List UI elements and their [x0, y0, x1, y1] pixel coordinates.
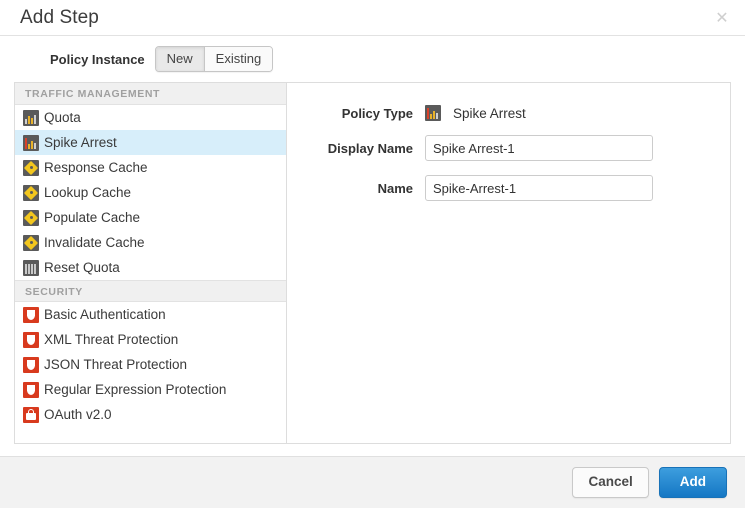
policy-item-label: Quota — [44, 111, 81, 125]
name-label: Name — [287, 181, 425, 196]
policy-item-label: Invalidate Cache — [44, 236, 145, 250]
add-button[interactable]: Add — [659, 467, 727, 498]
policy-instance-row: Policy Instance New Existing — [0, 36, 745, 82]
bar-chart-icon — [23, 110, 39, 126]
cancel-button[interactable]: Cancel — [572, 467, 648, 498]
display-name-input[interactable] — [425, 135, 653, 161]
policy-item-basic-authentication[interactable]: Basic Authentication — [15, 302, 286, 327]
policy-item-label: Reset Quota — [44, 261, 120, 275]
cache-diamond-icon — [23, 210, 39, 226]
toggle-existing[interactable]: Existing — [204, 47, 273, 72]
toggle-new[interactable]: New — [156, 47, 204, 72]
add-step-dialog: Add Step ✕ Policy Instance New Existing … — [0, 0, 745, 508]
policy-item-label: Basic Authentication — [44, 308, 166, 322]
policy-item-label: OAuth v2.0 — [44, 408, 112, 422]
policy-item-lookup-cache[interactable]: Lookup Cache — [15, 180, 286, 205]
policy-instance-toggle[interactable]: New Existing — [155, 46, 274, 73]
policy-type-label: Policy Type — [287, 106, 425, 121]
policy-item-spike-arrest[interactable]: Spike Arrest — [15, 130, 286, 155]
policy-type-value: Spike Arrest — [453, 106, 526, 121]
policy-list[interactable]: TRAFFIC MANAGEMENT Quota Spike Arrest — [15, 83, 287, 443]
reset-bar-chart-icon — [23, 260, 39, 276]
cache-diamond-icon — [23, 235, 39, 251]
close-icon[interactable]: ✕ — [713, 9, 731, 27]
group-header-security: SECURITY — [15, 280, 286, 302]
cache-diamond-icon — [23, 160, 39, 176]
policy-detail-pane: Policy Type Spike Arrest Display Name Na… — [287, 83, 730, 443]
shield-icon — [23, 382, 39, 398]
display-name-label: Display Name — [287, 141, 425, 156]
shield-icon — [23, 357, 39, 373]
policy-item-response-cache[interactable]: Response Cache — [15, 155, 286, 180]
policy-item-label: XML Threat Protection — [44, 333, 178, 347]
page-title: Add Step — [20, 8, 99, 27]
name-row: Name — [287, 175, 730, 201]
policy-item-label: Populate Cache — [44, 211, 140, 225]
shield-icon — [23, 332, 39, 348]
dialog-header: Add Step ✕ — [0, 0, 745, 36]
policy-item-oauth-v2[interactable]: OAuth v2.0 — [15, 402, 286, 427]
policy-item-populate-cache[interactable]: Populate Cache — [15, 205, 286, 230]
policy-item-label: Regular Expression Protection — [44, 383, 226, 397]
policy-item-json-threat-protection[interactable]: JSON Threat Protection — [15, 352, 286, 377]
policy-item-xml-threat-protection[interactable]: XML Threat Protection — [15, 327, 286, 352]
dialog-body: TRAFFIC MANAGEMENT Quota Spike Arrest — [14, 82, 731, 444]
policy-type-value-group: Spike Arrest — [425, 105, 526, 121]
policy-instance-label: Policy Instance — [50, 52, 145, 67]
policy-item-invalidate-cache[interactable]: Invalidate Cache — [15, 230, 286, 255]
policy-item-label: JSON Threat Protection — [44, 358, 187, 372]
policy-item-reset-quota[interactable]: Reset Quota — [15, 255, 286, 280]
policy-item-label: Lookup Cache — [44, 186, 131, 200]
shield-icon — [23, 307, 39, 323]
policy-type-row: Policy Type Spike Arrest — [287, 105, 730, 121]
policy-item-label: Spike Arrest — [44, 136, 117, 150]
dialog-footer: Cancel Add — [0, 456, 745, 508]
spike-bar-chart-icon — [425, 105, 441, 121]
policy-item-regular-expression-protection[interactable]: Regular Expression Protection — [15, 377, 286, 402]
policy-item-quota[interactable]: Quota — [15, 105, 286, 130]
policy-item-label: Response Cache — [44, 161, 148, 175]
spike-bar-chart-icon — [23, 135, 39, 151]
display-name-row: Display Name — [287, 135, 730, 161]
lock-icon — [23, 407, 39, 423]
group-header-traffic-management: TRAFFIC MANAGEMENT — [15, 83, 286, 105]
name-input[interactable] — [425, 175, 653, 201]
cache-diamond-icon — [23, 185, 39, 201]
